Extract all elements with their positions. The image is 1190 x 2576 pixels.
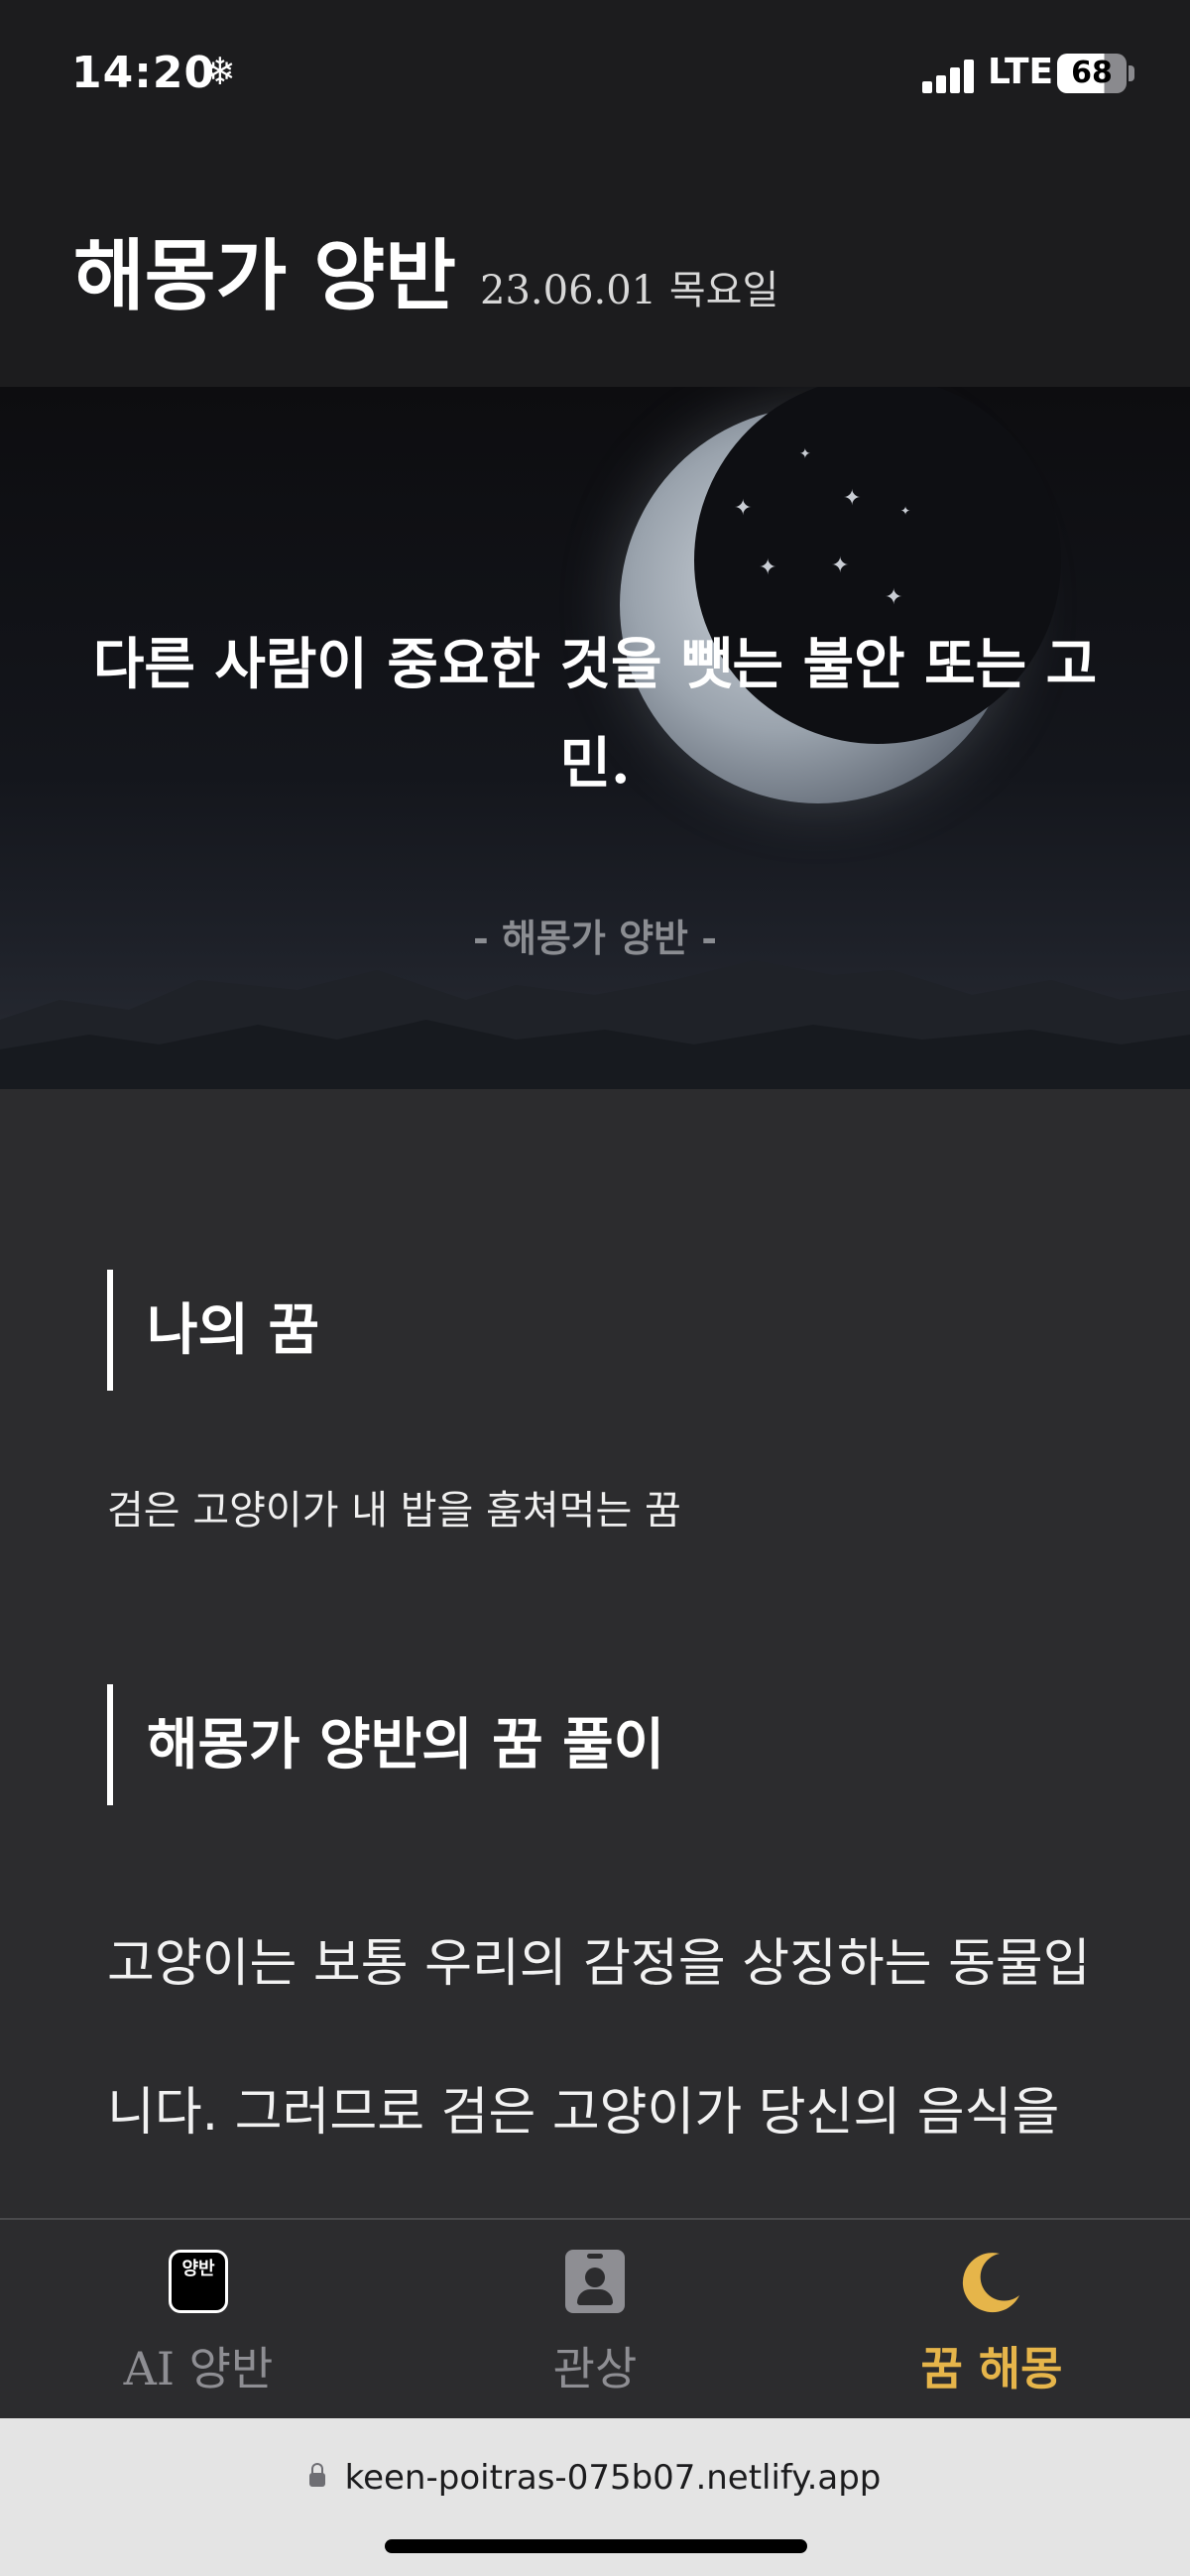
nav-label: AI 양반: [123, 2342, 274, 2395]
quote-author: - 해몽가 양반 -: [472, 916, 718, 960]
bottom-nav: 양반 AI 양반 관상 꿈 해몽: [0, 2218, 1190, 2418]
browser-address-bar: keen-poitras-075b07.netlify.app: [0, 2418, 1190, 2576]
battery-level: 68: [1071, 56, 1113, 90]
dream-quote: 다른 사람이 중요한 것을 뺏는 불안 또는 고민.: [92, 632, 1098, 797]
id-badge-icon: [565, 2250, 625, 2313]
hero-banner: ✦ ✦ ✦ ✦ ✦ ✦ ✦ 다른 사람이 중요한 것을 뺏는 불안 또는 고민.…: [0, 387, 1190, 1089]
star-icon: ✦: [843, 486, 862, 511]
signal-strength-icon: [922, 58, 982, 93]
star-icon: ✦: [831, 553, 850, 578]
star-icon: ✦: [799, 446, 811, 462]
nav-item-ai-yangban[interactable]: 양반 AI 양반: [0, 2220, 397, 2420]
star-icon: ✦: [759, 555, 777, 580]
status-time: 14:20: [71, 48, 216, 98]
ai-yangban-icon: 양반: [169, 2250, 228, 2313]
lock-icon: [308, 2463, 325, 2487]
home-indicator[interactable]: [385, 2539, 807, 2553]
star-icon: ✦: [885, 585, 903, 610]
battery-icon: 68: [1057, 54, 1127, 93]
app-header: 해몽가 양반 23.06.01 목요일: [0, 149, 1190, 387]
mountains-silhouette: [0, 960, 1190, 1089]
network-type: LTE: [988, 52, 1054, 92]
page-date: 23.06.01 목요일: [480, 268, 779, 313]
my-dream-heading: 나의 꿈: [107, 1270, 1000, 1391]
nav-label: 관상: [552, 2342, 638, 2395]
page-title: 해몽가 양반: [73, 231, 456, 321]
url-text: keen-poitras-075b07.netlify.app: [344, 2458, 882, 2498]
my-dream-text: 검은 고양이가 내 밥을 훔쳐먹는 꿈: [107, 1488, 681, 1533]
battery-cap: [1129, 65, 1134, 81]
snowflake-icon: ❄: [204, 50, 236, 93]
nav-label: 꿈 해몽: [920, 2342, 1063, 2395]
status-bar: 14:20 ❄ LTE 68: [0, 0, 1190, 149]
nav-item-dream-interpretation[interactable]: 꿈 해몽: [793, 2220, 1190, 2420]
star-icon: ✦: [900, 504, 911, 518]
moon-icon: [962, 2253, 1019, 2313]
url-row[interactable]: keen-poitras-075b07.netlify.app: [0, 2458, 1190, 2498]
star-icon: ✦: [734, 496, 753, 521]
interpretation-heading: 해몽가 양반의 꿈 풀이: [107, 1684, 1000, 1805]
nav-item-face-reading[interactable]: 관상: [397, 2220, 793, 2420]
